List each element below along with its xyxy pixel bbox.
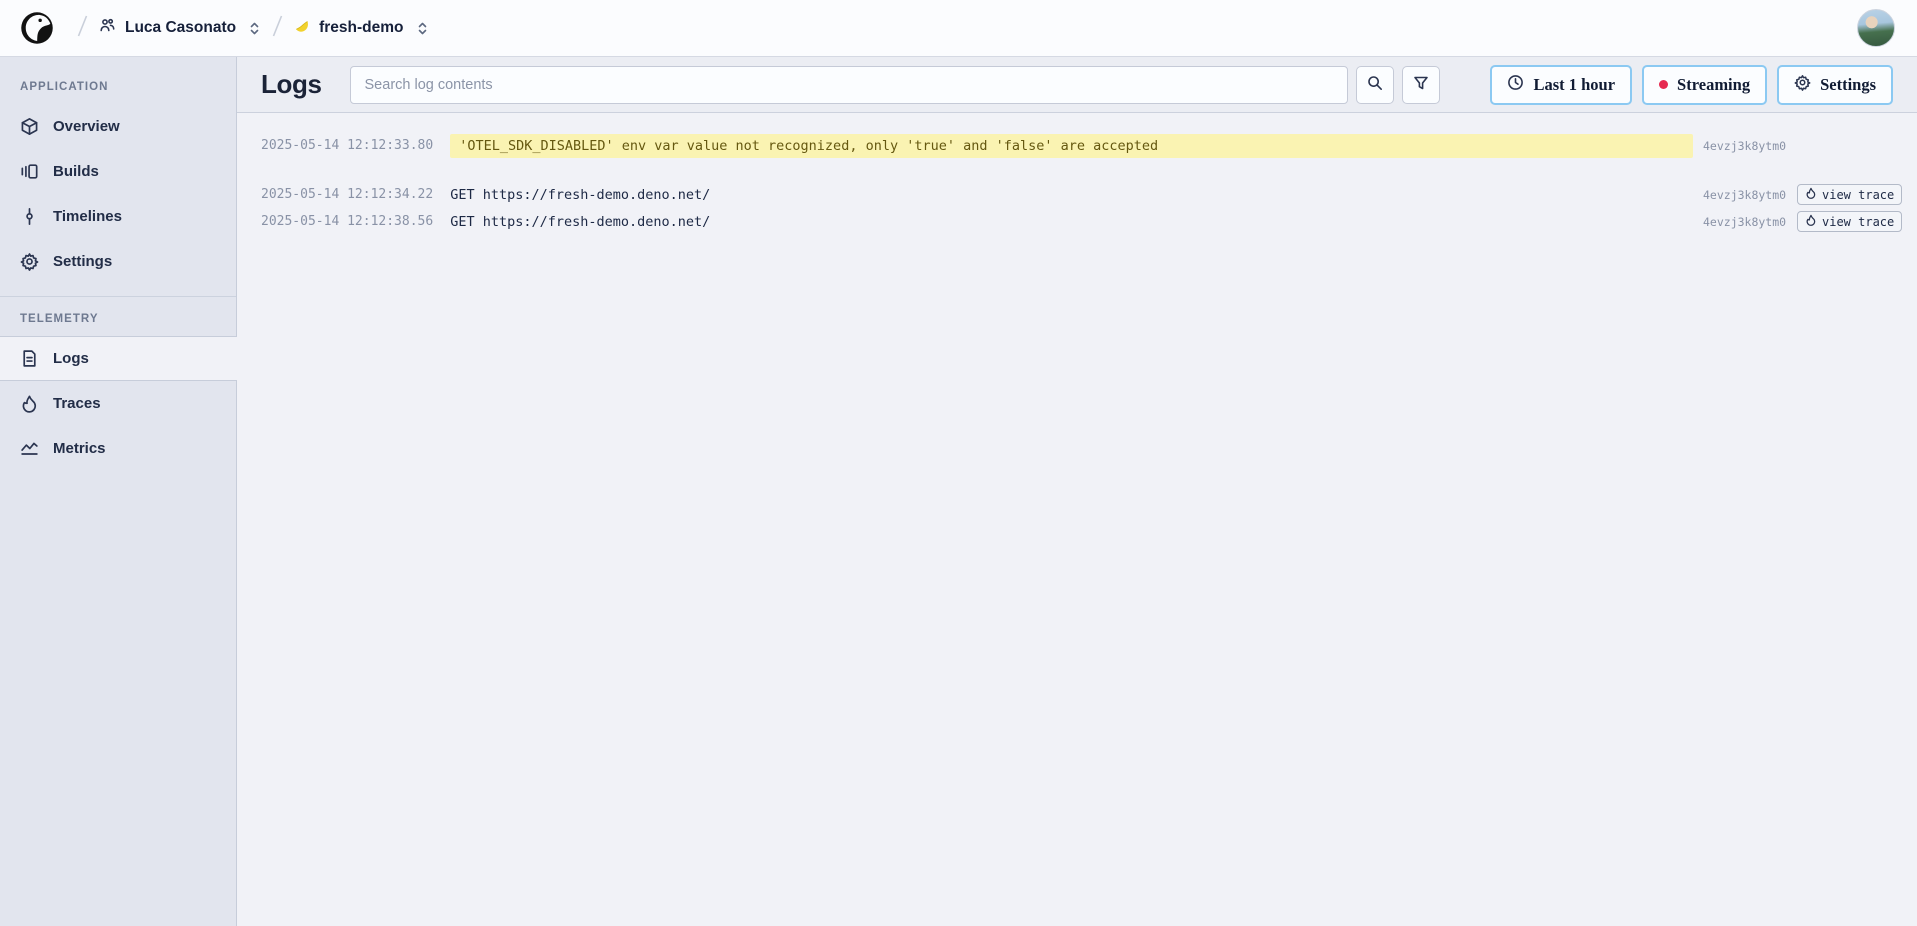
breadcrumb-org-label: Luca Casonato <box>125 19 236 37</box>
chart-line-icon <box>20 439 39 458</box>
log-message-warning: 'OTEL_SDK_DISABLED' env var value not re… <box>450 134 1693 158</box>
deno-logo-icon[interactable] <box>18 9 56 47</box>
sidebar-item-label: Settings <box>53 253 112 270</box>
sidebar-item-metrics[interactable]: Metrics <box>0 426 236 471</box>
log-row[interactable]: 2025-05-14 12:12:38.56 GET https://fresh… <box>261 209 1893 234</box>
sidebar-item-label: Traces <box>53 395 101 412</box>
log-settings-button[interactable]: Settings <box>1777 65 1893 105</box>
clock-icon <box>1507 74 1524 96</box>
log-timestamp: 2025-05-14 12:12:34.22 <box>261 187 433 202</box>
document-icon <box>20 349 39 368</box>
timeline-icon <box>20 207 39 226</box>
view-trace-button[interactable]: view trace <box>1797 211 1902 232</box>
sidebar-item-overview[interactable]: Overview <box>0 104 236 149</box>
breadcrumb-separator <box>76 13 89 44</box>
sidebar-item-builds[interactable]: Builds <box>0 149 236 194</box>
org-members-icon <box>99 17 116 39</box>
isolate-id: 4evzj3k8ytm0 <box>1703 188 1789 202</box>
time-range-button[interactable]: Last 1 hour <box>1490 65 1632 105</box>
search-icon <box>1366 74 1384 95</box>
sidebar-item-label: Logs <box>53 350 89 367</box>
sidebar-item-label: Timelines <box>53 208 122 225</box>
gear-icon <box>20 252 39 271</box>
sidebar-item-traces[interactable]: Traces <box>0 381 236 426</box>
sidebar: APPLICATION Overview Builds <box>0 57 237 926</box>
flame-icon <box>20 394 39 413</box>
trace-slot: view trace <box>1797 184 1893 205</box>
topbar: Luca Casonato fresh-demo <box>0 0 1917 57</box>
cube-icon <box>20 117 39 136</box>
log-list: 2025-05-14 12:12:33.80 'OTEL_SDK_DISABLE… <box>237 113 1917 236</box>
breadcrumb-separator <box>271 13 284 44</box>
log-settings-label: Settings <box>1820 75 1876 95</box>
view-trace-label: view trace <box>1822 215 1894 229</box>
breadcrumb-project-switcher[interactable]: fresh-demo <box>294 18 428 39</box>
view-trace-button[interactable]: view trace <box>1797 184 1902 205</box>
sidebar-section-label: APPLICATION <box>0 65 236 104</box>
chevron-updown-icon <box>416 21 429 36</box>
sidebar-item-timelines[interactable]: Timelines <box>0 194 236 239</box>
sidebar-section-application: APPLICATION Overview Builds <box>0 65 236 284</box>
log-timestamp: 2025-05-14 12:12:33.80 <box>261 138 433 153</box>
log-message: GET https://fresh-demo.deno.net/ <box>450 187 1693 203</box>
user-avatar[interactable] <box>1857 9 1895 47</box>
chevron-updown-icon <box>248 21 261 36</box>
header-actions: Last 1 hour Streaming Settings <box>1490 65 1893 105</box>
search-input[interactable] <box>350 66 1349 104</box>
flame-icon <box>1805 214 1817 229</box>
breadcrumb-project-label: fresh-demo <box>319 19 403 37</box>
fresh-lemon-icon <box>294 18 310 39</box>
flame-icon <box>1805 187 1817 202</box>
log-row[interactable]: 2025-05-14 12:12:34.22 GET https://fresh… <box>261 182 1893 207</box>
filter-funnel-icon <box>1412 74 1430 95</box>
view-trace-label: view trace <box>1822 188 1894 202</box>
sidebar-item-label: Builds <box>53 163 99 180</box>
log-message: GET https://fresh-demo.deno.net/ <box>450 214 1693 230</box>
sidebar-section-label: TELEMETRY <box>0 297 236 336</box>
isolate-id: 4evzj3k8ytm0 <box>1703 139 1789 153</box>
time-range-label: Last 1 hour <box>1533 75 1615 95</box>
page-title: Logs <box>261 69 322 100</box>
sidebar-item-label: Metrics <box>53 440 106 457</box>
log-row[interactable]: 2025-05-14 12:12:33.80 'OTEL_SDK_DISABLE… <box>261 133 1893 158</box>
filter-button[interactable] <box>1402 66 1440 104</box>
search-button[interactable] <box>1356 66 1394 104</box>
page-header: Logs <box>237 57 1917 113</box>
main-content: Logs <box>237 57 1917 926</box>
sidebar-item-logs[interactable]: Logs <box>0 336 237 381</box>
sidebar-item-label: Overview <box>53 118 120 135</box>
breadcrumb-org-switcher[interactable]: Luca Casonato <box>99 17 261 39</box>
streaming-dot-icon <box>1659 80 1668 89</box>
isolate-id: 4evzj3k8ytm0 <box>1703 215 1789 229</box>
streaming-button[interactable]: Streaming <box>1642 65 1767 105</box>
columns-icon <box>20 162 39 181</box>
gear-icon <box>1794 74 1811 96</box>
log-timestamp: 2025-05-14 12:12:38.56 <box>261 214 433 229</box>
streaming-label: Streaming <box>1677 75 1750 95</box>
sidebar-section-telemetry: TELEMETRY Logs Traces <box>0 296 236 471</box>
trace-slot: view trace <box>1797 211 1893 232</box>
sidebar-item-settings[interactable]: Settings <box>0 239 236 284</box>
